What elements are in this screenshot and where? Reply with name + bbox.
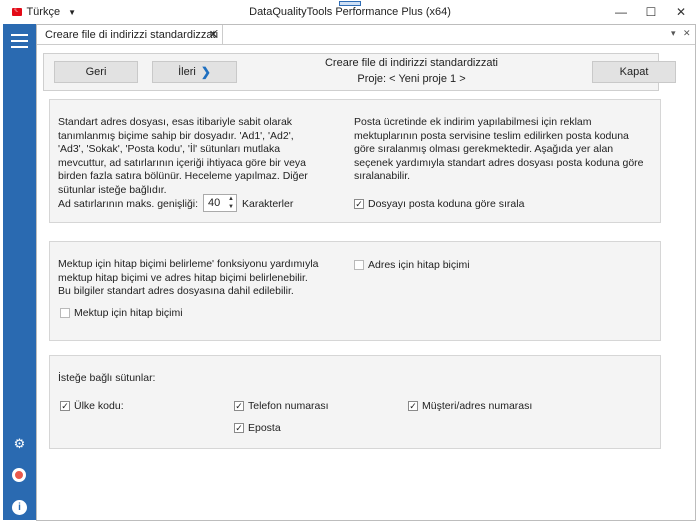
- max-width-value: 40: [208, 197, 221, 209]
- address-salutation-label: Adres için hitap biçimi: [368, 259, 470, 271]
- tab-close-icon[interactable]: ✕: [209, 28, 218, 41]
- tab-dropdown-icon[interactable]: ▾: [671, 28, 676, 39]
- address-salutation-checkbox[interactable]: [354, 260, 364, 270]
- salutation-panel: Mektup için hitap biçimi belirleme' fonk…: [49, 241, 661, 341]
- main-content: Creare file di indirizzi standardizzati …: [36, 24, 696, 521]
- wizard-toolbar: Geri İleri ❯ Creare file di indirizzi st…: [43, 53, 676, 91]
- phone-number-label: Telefon numarası: [248, 400, 329, 412]
- project-label: Proje: < Yeni proje 1 >: [357, 73, 466, 85]
- back-button[interactable]: Geri: [54, 61, 138, 83]
- back-button-label: Geri: [85, 66, 107, 78]
- customer-number-label: Müşteri/adres numarası: [422, 400, 533, 412]
- close-window-button[interactable]: ✕: [666, 2, 696, 22]
- hamburger-menu-icon[interactable]: [11, 34, 28, 48]
- country-code-checkbox[interactable]: ✓: [60, 401, 70, 411]
- phone-number-checkbox[interactable]: ✓: [234, 401, 244, 411]
- title-drag-handle[interactable]: [339, 1, 361, 6]
- tab-bar: Creare file di indirizzi standardizzati …: [37, 25, 695, 45]
- close-button[interactable]: Kapat: [592, 61, 676, 83]
- close-button-label: Kapat: [619, 66, 649, 78]
- letter-salutation-checkbox[interactable]: [60, 308, 70, 318]
- customer-number-checkbox[interactable]: ✓: [408, 401, 418, 411]
- sort-by-postcode-label: Dosyayı posta koduna göre sırala: [368, 198, 525, 210]
- country-code-label: Ülke kodu:: [74, 400, 124, 412]
- optional-columns-title: İsteğe bağlı sütunlar:: [58, 372, 156, 384]
- tab-panel-close-icon[interactable]: ✕: [683, 28, 691, 39]
- max-width-unit: Karakterler: [242, 198, 294, 210]
- stepper-up-icon[interactable]: ▲: [228, 196, 234, 202]
- title-bar: Türkçe ▼ DataQualityTools Performance Pl…: [0, 0, 700, 24]
- chevron-right-icon: ❯: [200, 65, 211, 79]
- tab-address-file[interactable]: Creare file di indirizzi standardizzati …: [37, 25, 223, 45]
- max-width-label: Ad satırlarının maks. genişliği:: [58, 198, 199, 210]
- salutation-description: Mektup için hitap biçimi belirleme' fonk…: [58, 258, 319, 298]
- standard-file-description: Standart adres dosyası, esas itibariyle …: [58, 116, 308, 196]
- sort-by-postcode-checkbox[interactable]: ✓: [354, 199, 364, 209]
- gear-icon[interactable]: ⚙: [12, 436, 27, 451]
- sidebar: ⚙ i: [3, 24, 36, 520]
- maximize-button[interactable]: ☐: [636, 2, 666, 22]
- wizard-heading: Creare file di indirizzi standardizzati: [324, 57, 498, 69]
- minimize-button[interactable]: —: [606, 2, 636, 22]
- lifebuoy-icon[interactable]: [12, 468, 26, 482]
- postal-sort-description: Posta ücretinde ek indirim yapılabilmesi…: [354, 116, 644, 183]
- max-width-stepper[interactable]: 40 ▲ ▼: [203, 194, 237, 212]
- stepper-down-icon[interactable]: ▼: [228, 204, 234, 210]
- tab-label: Creare file di indirizzi standardizzati: [45, 29, 219, 41]
- info-icon[interactable]: i: [12, 500, 27, 515]
- standard-file-panel: Standart adres dosyası, esas itibariyle …: [49, 99, 661, 223]
- letter-salutation-label: Mektup için hitap biçimi: [74, 307, 183, 319]
- forward-button[interactable]: İleri ❯: [152, 61, 237, 83]
- optional-columns-panel: İsteğe bağlı sütunlar: ✓ Ülke kodu: ✓ Te…: [49, 355, 661, 449]
- email-label: Eposta: [248, 422, 281, 434]
- app-title: DataQualityTools Performance Plus (x64): [249, 6, 451, 18]
- email-checkbox[interactable]: ✓: [234, 423, 244, 433]
- forward-button-label: İleri: [178, 66, 196, 78]
